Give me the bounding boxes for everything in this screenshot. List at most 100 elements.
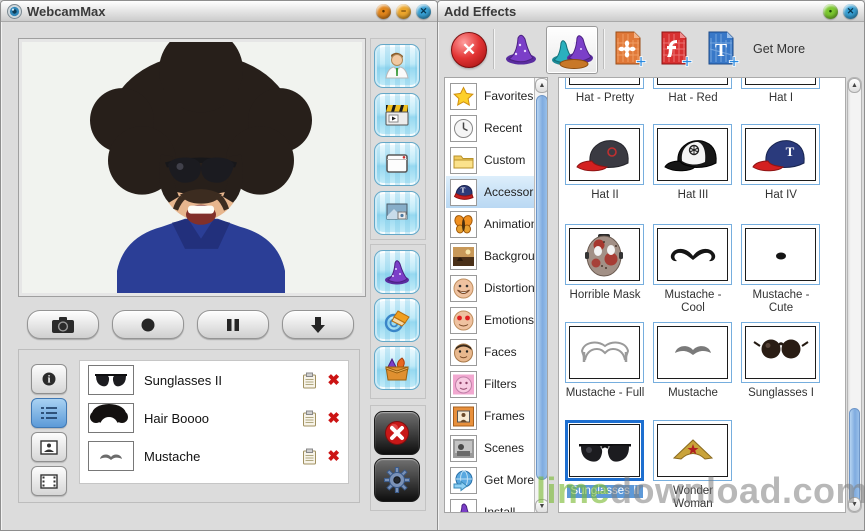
effect-thumb-mustache[interactable] — [653, 322, 732, 383]
category-distortions[interactable]: Distortions — [446, 272, 534, 304]
image-view-button[interactable] — [31, 432, 67, 462]
category-faces[interactable]: Faces — [446, 336, 534, 368]
list-view-button[interactable] — [31, 398, 67, 428]
green-sphere-button[interactable]: • — [823, 4, 838, 19]
add-flash-button[interactable]: + — [658, 30, 696, 70]
effect-thumb-mustache-cool[interactable] — [653, 224, 732, 285]
person-source-button[interactable] — [374, 44, 420, 88]
scroll-up-button[interactable]: ▲ — [848, 78, 861, 93]
category-recent[interactable]: Recent — [446, 112, 534, 144]
effect-label: Hat I — [741, 92, 821, 105]
svg-text:+: + — [728, 52, 739, 70]
double-hats-effects-button-selected[interactable] — [546, 26, 598, 74]
add-effects-window: Add Effects • ✕ ✕ — [437, 0, 865, 531]
webcammax-logo-icon — [7, 4, 22, 19]
goodies-box-button[interactable] — [374, 346, 420, 390]
close-button-left[interactable]: ✕ — [416, 4, 431, 19]
category-animations[interactable]: Animations — [446, 208, 534, 240]
category-filters[interactable]: Filters — [446, 368, 534, 400]
blank-window-button[interactable] — [374, 142, 420, 186]
toolbar-separator — [603, 29, 605, 69]
effect-thumb-wonder-woman[interactable] — [653, 420, 732, 481]
red-eyes-face-icon — [450, 307, 477, 334]
folder-icon — [450, 147, 477, 174]
scroll-up-button[interactable]: ▲ — [535, 78, 548, 93]
double-wizard-hats-icon — [550, 30, 594, 70]
svg-text:T: T — [715, 40, 727, 60]
add-text-document-icon: T + — [706, 30, 742, 70]
category-custom[interactable]: Custom — [446, 144, 534, 176]
effect-label: Mustache - Full — [565, 387, 645, 400]
category-frames[interactable]: Frames — [446, 400, 534, 432]
film-view-button[interactable] — [31, 466, 67, 496]
close-all-effects-button[interactable] — [374, 411, 420, 455]
category-install[interactable]: Install — [446, 496, 534, 513]
clipboard-icon[interactable] — [302, 448, 317, 465]
info-view-button[interactable]: i — [31, 364, 67, 394]
applied-effect-row[interactable]: Sunglasses II ✖ — [80, 361, 348, 399]
effect-thumb-hat-pretty[interactable] — [565, 77, 644, 89]
info-icon: i — [41, 371, 57, 387]
add-text-button[interactable]: T + — [705, 30, 743, 70]
add-flash-document-icon: + — [659, 30, 695, 70]
single-hat-effects-button[interactable] — [500, 28, 542, 70]
minimize-button[interactable]: − — [396, 4, 411, 19]
effect-label: Hat - Red — [653, 92, 733, 105]
save-button[interactable] — [282, 310, 354, 339]
category-backgrounds[interactable]: Backgrounds — [446, 240, 534, 272]
effect-label: Mustache — [653, 387, 733, 400]
scrollbar-thumb[interactable] — [849, 408, 860, 504]
settings-button[interactable] — [374, 458, 420, 502]
category-get-more[interactable]: Get More — [446, 464, 534, 496]
clock-icon — [450, 115, 477, 142]
effect-thumb-mustache-cute[interactable] — [741, 224, 820, 285]
effect-thumb-hat-iii[interactable] — [653, 124, 732, 185]
scrollbar-thumb[interactable] — [536, 95, 548, 480]
remove-effect-button[interactable]: ✕ — [451, 32, 487, 68]
add-image-button[interactable]: + — [612, 30, 650, 70]
clipboard-icon[interactable] — [302, 410, 317, 427]
category-emotions[interactable]: Emotions — [446, 304, 534, 336]
applied-effect-row[interactable]: Hair Boooo ✖ — [80, 399, 348, 437]
effect-label: Mustache - Cute — [741, 289, 821, 315]
media-clips-button[interactable] — [374, 93, 420, 137]
add-image-document-icon: + — [613, 30, 649, 70]
doodle-button[interactable] — [374, 298, 420, 342]
effect-thumb-hat-i[interactable] — [741, 77, 820, 89]
delete-effect-icon[interactable]: ✖ — [327, 409, 340, 427]
applied-effect-name: Hair Boooo — [144, 411, 292, 426]
effect-label-selected: Sunglasses II — [565, 485, 645, 498]
effect-thumb-hat-iv[interactable]: T — [741, 124, 820, 185]
pause-icon — [225, 317, 241, 333]
category-scenes[interactable]: Scenes — [446, 432, 534, 464]
delete-effect-icon[interactable]: ✖ — [327, 371, 340, 389]
webcammax-titlebar[interactable]: WebcamMax • − ✕ — [1, 1, 437, 22]
orange-sphere-button[interactable]: • — [376, 4, 391, 19]
screen-capture-button[interactable] — [374, 191, 420, 235]
category-accessories-selected[interactable]: T Accessories — [446, 176, 534, 208]
categories-sidebar: Favorites Recent Custom T Accessories An… — [444, 77, 548, 513]
scroll-down-button[interactable]: ▼ — [535, 499, 548, 513]
get-more-label[interactable]: Get More — [753, 42, 805, 56]
effect-thumb-sunglasses-i[interactable] — [741, 322, 820, 383]
gray-scene-icon — [450, 435, 477, 462]
clipboard-icon[interactable] — [302, 372, 317, 389]
effect-thumb-horrible-mask[interactable] — [565, 224, 644, 285]
sidebar-scrollbar[interactable]: ▲ ▼ — [534, 78, 548, 513]
delete-effect-icon[interactable]: ✖ — [327, 447, 340, 465]
record-button[interactable] — [112, 310, 184, 339]
effect-thumb-mustache-full[interactable] — [565, 322, 644, 383]
snapshot-button[interactable] — [27, 310, 99, 339]
effects-hat-button[interactable] — [374, 250, 420, 294]
scroll-down-button[interactable]: ▼ — [848, 497, 861, 512]
add-effects-titlebar[interactable]: Add Effects • ✕ — [438, 1, 864, 22]
category-favorites[interactable]: Favorites — [446, 80, 534, 112]
effect-label: Hat II — [565, 189, 645, 202]
applied-effect-row[interactable]: Mustache ✖ — [80, 437, 348, 475]
effect-thumb-hat-red[interactable] — [653, 77, 732, 89]
pause-button[interactable] — [197, 310, 269, 339]
close-button-right[interactable]: ✕ — [843, 4, 858, 19]
effect-thumb-sunglasses-ii-selected[interactable] — [565, 420, 644, 481]
effect-thumb-hat-ii[interactable] — [565, 124, 644, 185]
grid-scrollbar[interactable]: ▲ ▼ — [847, 77, 862, 513]
